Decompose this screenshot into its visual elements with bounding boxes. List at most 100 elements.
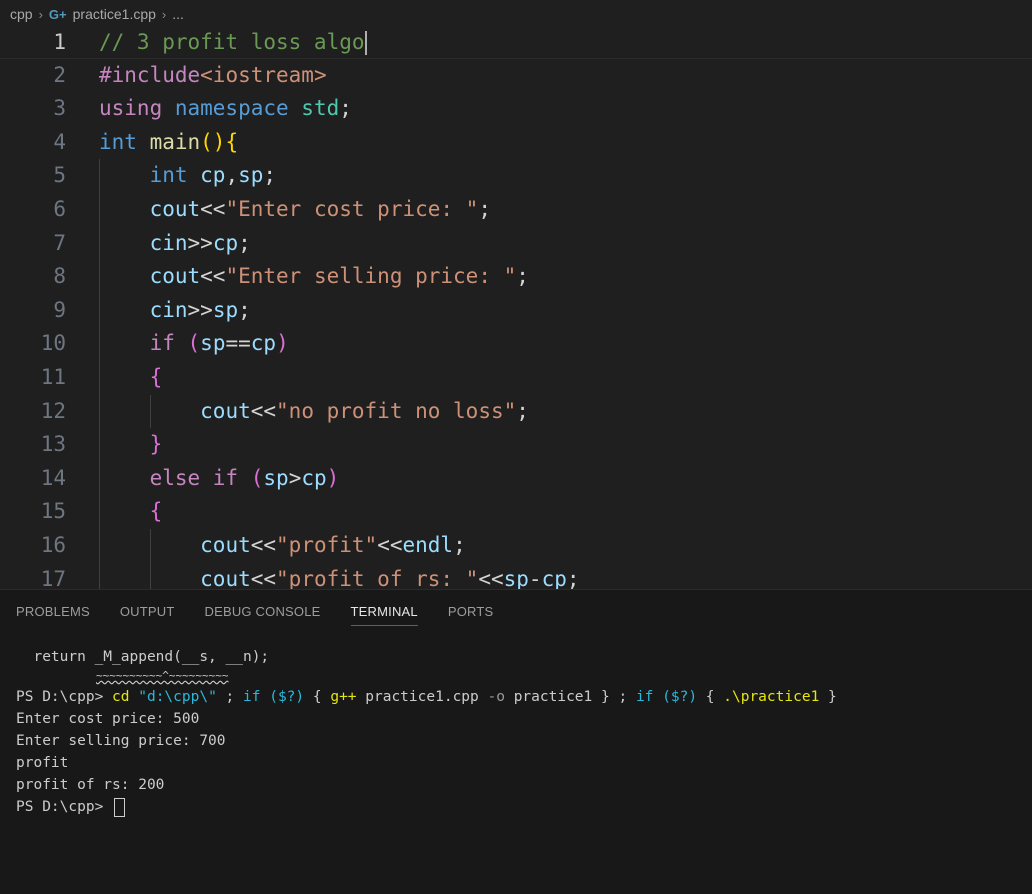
code-text: // 3 profit loss algo: [99, 26, 367, 60]
code-token: int: [149, 163, 201, 188]
code-text: int main(){: [99, 126, 238, 160]
line-number: 15: [40, 499, 66, 524]
code-token: <<: [377, 533, 403, 557]
line-number: 12: [40, 398, 66, 423]
code-token: "profit": [276, 533, 378, 557]
code-line[interactable]: 12 cout<<"no profit no loss";: [0, 395, 1032, 429]
code-token: <<: [478, 566, 504, 589]
terminal-output-line: Enter cost price: 500: [16, 711, 200, 727]
code-token: <<: [200, 197, 226, 221]
panel-tabs: PROBLEMS OUTPUT DEBUG CONSOLE TERMINAL P…: [0, 590, 523, 634]
code-line[interactable]: 9 cin>>sp;: [0, 294, 1032, 328]
code-line[interactable]: 13 }: [0, 428, 1032, 462]
code-token: endl: [402, 533, 454, 557]
code-token: ): [326, 465, 340, 490]
code-token: cp: [200, 163, 226, 188]
code-token: cout: [200, 533, 251, 557]
code-token: ;: [516, 264, 529, 289]
code-token: (: [187, 331, 201, 356]
code-token: ;: [263, 163, 277, 188]
breadcrumb-folder[interactable]: cpp: [10, 6, 33, 22]
breadcrumb: cpp › G+ practice1.cpp › ...: [0, 0, 1032, 28]
code-token: cout: [149, 197, 201, 221]
line-number: 6: [53, 197, 66, 221]
tab-terminal[interactable]: TERMINAL: [350, 590, 419, 634]
code-token: cp: [301, 465, 327, 490]
tab-ports[interactable]: PORTS: [448, 590, 494, 634]
code-token: <<: [250, 533, 277, 557]
code-line[interactable]: 10 if (sp==cp): [0, 327, 1032, 361]
code-token: cin: [149, 230, 188, 255]
terminal-output-line: profit of rs: 200: [16, 777, 165, 793]
chevron-right-icon: ›: [161, 6, 167, 22]
code-line[interactable]: 15 {: [0, 495, 1032, 529]
terminal-prompt: PS D:\cpp>: [16, 799, 113, 815]
code-token: using: [99, 96, 175, 121]
code-line[interactable]: 3 using namespace std;: [0, 92, 1032, 126]
code-token: cin: [149, 297, 188, 322]
code-token: cp: [212, 230, 239, 255]
code-token: // 3 profit loss algo: [99, 30, 365, 54]
line-number: 17: [40, 566, 66, 589]
code-line[interactable]: 4 int main(){: [0, 126, 1032, 160]
code-token: ;: [478, 197, 491, 221]
code-editor[interactable]: 1 // 3 profit loss algo 2 #include<iostream…: [0, 26, 1032, 589]
code-line[interactable]: 14 else if (sp>cp): [0, 462, 1032, 496]
code-text: cin>>sp;: [99, 294, 251, 328]
line-number: 9: [53, 297, 66, 322]
code-token: ,: [225, 163, 239, 188]
tab-problems[interactable]: PROBLEMS: [16, 590, 90, 634]
code-text: cin>>cp;: [99, 227, 251, 261]
line-number: 10: [40, 331, 66, 356]
code-text: cout<<"Enter cost price: ";: [99, 193, 491, 227]
terminal-error-line: return _M_append(__s, __n);: [16, 649, 270, 665]
code-line[interactable]: 11 {: [0, 361, 1032, 395]
code-line[interactable]: 6 cout<<"Enter cost price: ";: [0, 193, 1032, 227]
terminal-error-squiggle: ~~~~~~~~~~^~~~~~~~~~: [96, 669, 229, 682]
code-token: ==: [225, 331, 251, 356]
tab-output[interactable]: OUTPUT: [120, 590, 175, 634]
code-token: sp: [503, 566, 529, 589]
code-line[interactable]: 16 cout<<"profit"<<endl;: [0, 529, 1032, 563]
code-text: cout<<"profit of rs: "<<sp-cp;: [99, 563, 579, 589]
code-token: }: [149, 432, 163, 457]
code-token: "no profit no loss": [276, 398, 517, 423]
code-line[interactable]: 8 cout<<"Enter selling price: ";: [0, 260, 1032, 294]
code-token: cout: [149, 264, 201, 289]
cpp-file-icon: G+: [48, 6, 67, 22]
breadcrumb-file[interactable]: practice1.cpp: [73, 6, 156, 22]
line-number: 11: [40, 365, 66, 389]
code-line[interactable]: 17 cout<<"profit of rs: "<<sp-cp;: [0, 563, 1032, 589]
line-number: 16: [40, 533, 66, 557]
code-line[interactable]: 5 int cp,sp;: [0, 159, 1032, 193]
code-token: ;: [238, 297, 251, 322]
code-token: #include: [99, 62, 201, 87]
indent-guide: [149, 529, 151, 589]
terminal-cursor: [114, 797, 126, 817]
code-token: ;: [238, 230, 251, 255]
bottom-panel: PROBLEMS OUTPUT DEBUG CONSOLE TERMINAL P…: [0, 589, 1032, 894]
code-token: -: [528, 566, 542, 589]
breadcrumb-more[interactable]: ...: [172, 6, 184, 22]
code-text: {: [99, 361, 163, 395]
line-number: 7: [53, 230, 66, 255]
code-token: ;: [339, 96, 352, 121]
code-token: namespace: [174, 96, 302, 121]
code-token: "Enter cost price: ": [225, 197, 479, 221]
code-line[interactable]: 2 #include<iostream>: [0, 59, 1032, 93]
code-token: ;: [516, 398, 529, 423]
code-token: {: [149, 499, 163, 524]
terminal[interactable]: return _M_append(__s, __n); ~~~~~~~~~~^~…: [16, 646, 1016, 818]
code-line[interactable]: 1 // 3 profit loss algo: [0, 26, 1032, 59]
code-line[interactable]: 7 cin>>cp;: [0, 227, 1032, 261]
tab-debug-console[interactable]: DEBUG CONSOLE: [205, 590, 321, 634]
code-token: {: [149, 365, 163, 389]
text-cursor: [364, 31, 367, 55]
